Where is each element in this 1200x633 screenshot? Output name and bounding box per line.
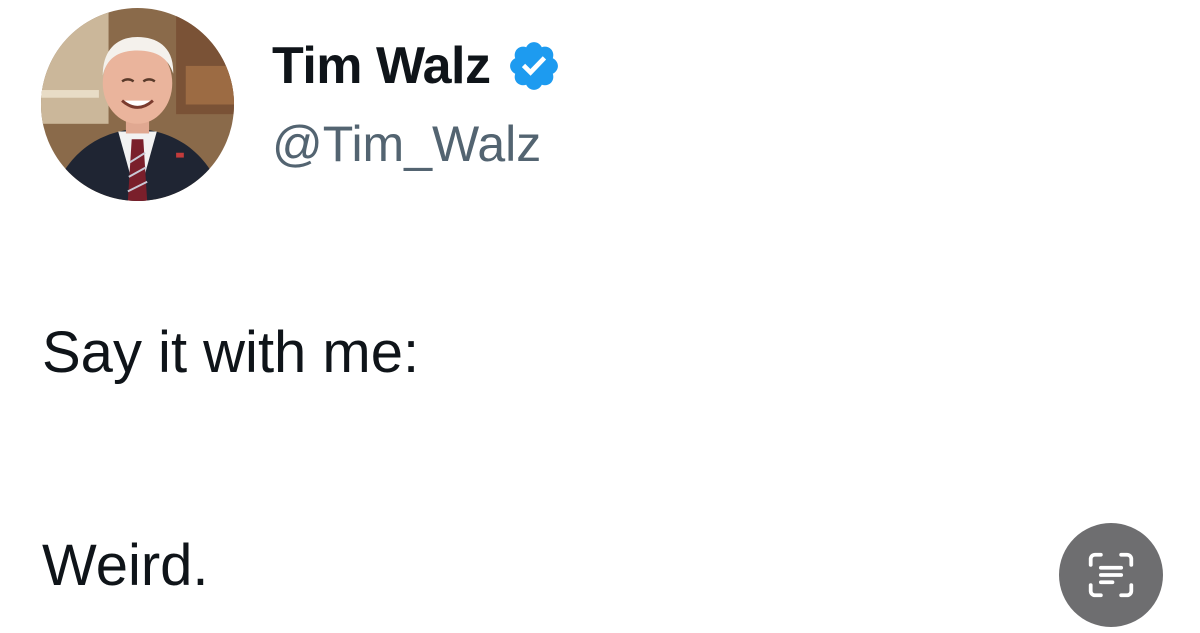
author-handle[interactable]: @Tim_Walz [272,112,541,176]
text-scan-icon [1088,552,1134,598]
tweet-text-line: Weird. [42,533,209,598]
author-name-row: Tim Walz [272,34,562,98]
tweet-text-line: Say it with me: [42,320,420,385]
avatar[interactable] [41,8,234,201]
profile-photo-icon [41,8,234,201]
live-text-button[interactable] [1059,523,1163,627]
verified-badge-icon [510,42,559,90]
display-name[interactable]: Tim Walz [272,34,491,98]
tweet: Tim Walz @Tim_Walz Say it with me: Weird… [0,0,1200,633]
